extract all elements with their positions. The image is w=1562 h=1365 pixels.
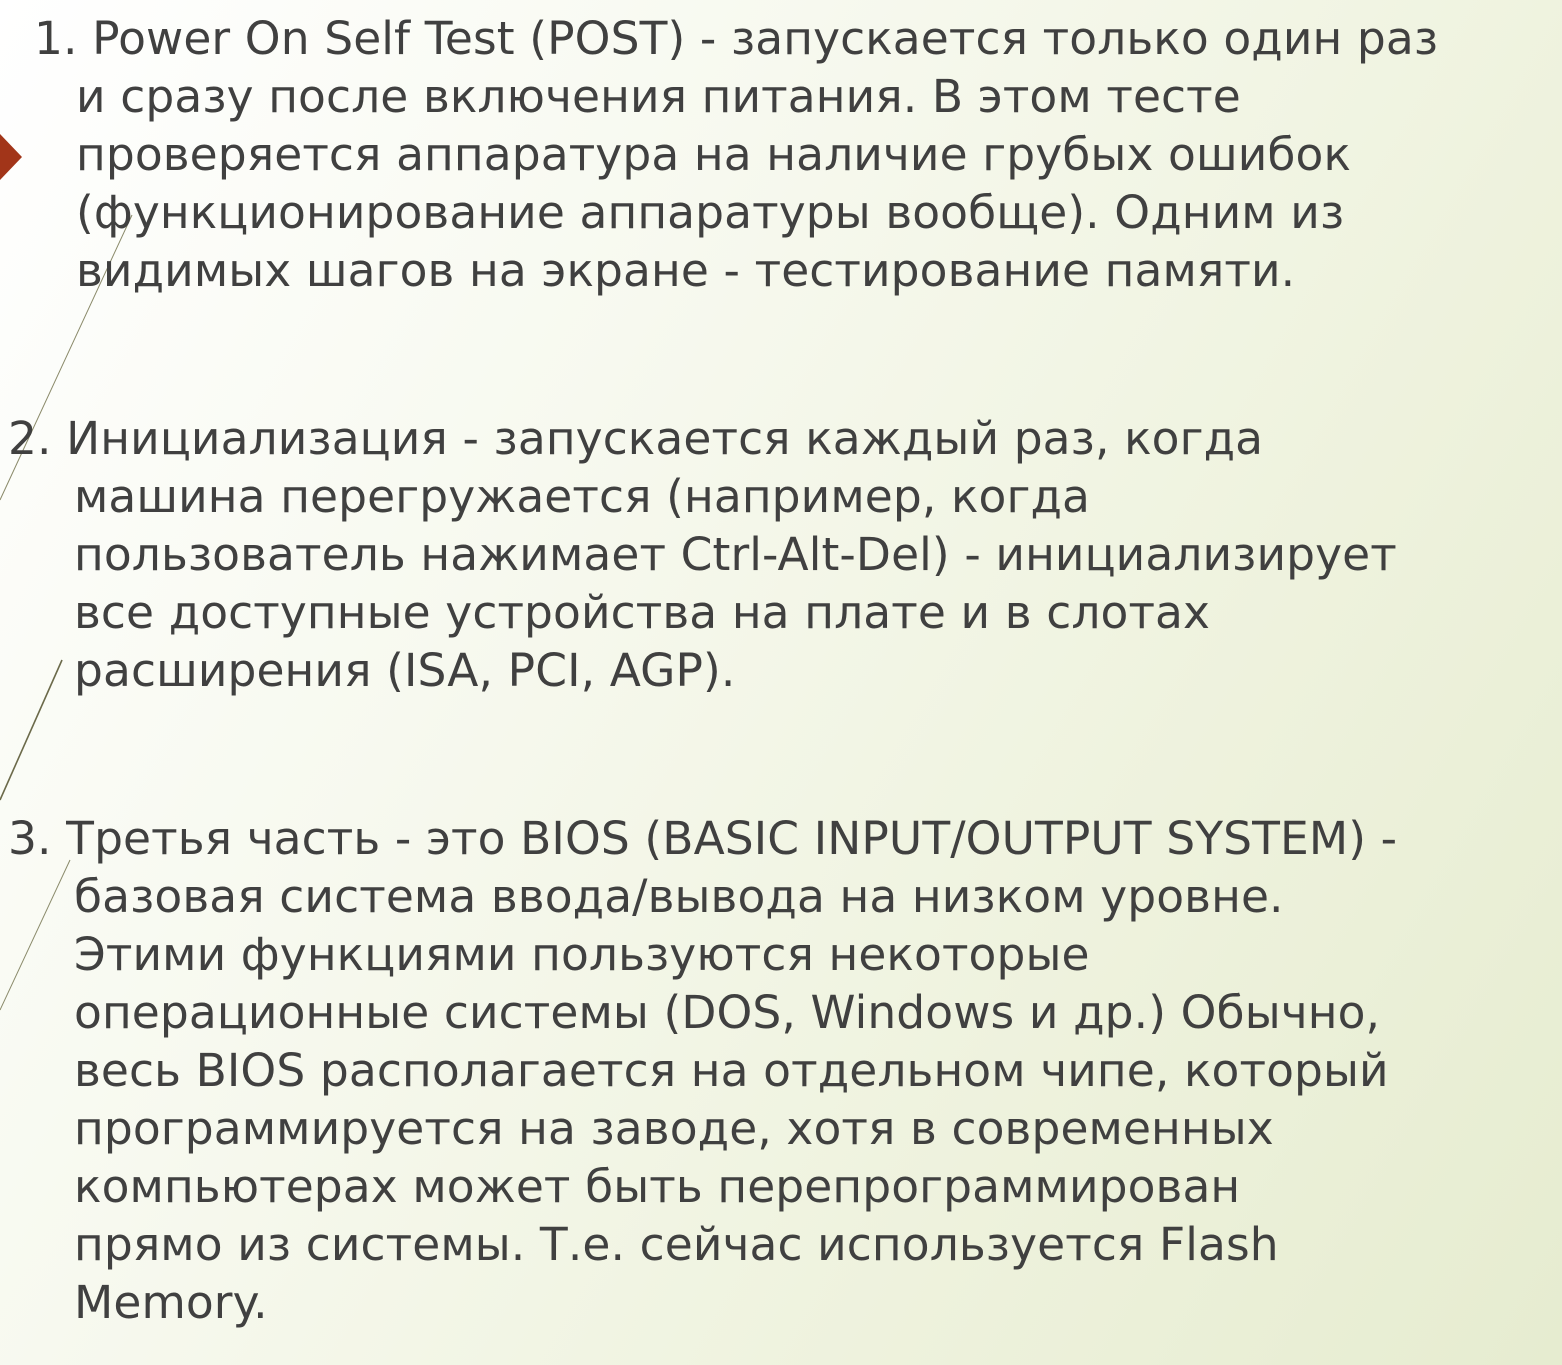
paragraph-line: и сразу после включения питания. В этом … [76, 70, 1241, 123]
paragraph-line: видимых шагов на экране - тестирование п… [76, 244, 1296, 297]
paragraph-initialization: 2. Инициализация - запускается каждый ра… [8, 410, 1397, 700]
paragraph-line: 1. Power On Self Test (POST) - запускает… [34, 12, 1439, 65]
arrow-bullet-icon [0, 134, 22, 180]
paragraph-line: 3. Третья часть - это BIOS (BASIC INPUT/… [8, 812, 1398, 865]
paragraph-line: проверяется аппаратура на наличие грубых… [76, 128, 1352, 181]
paragraph-line: прямо из системы. Т.е. сейчас использует… [74, 1218, 1279, 1271]
paragraph-line: Memory. [74, 1276, 268, 1329]
paragraph-line: весь BIOS располагается на отдельном чип… [74, 1044, 1389, 1097]
paragraph-line: машина перегружается (например, когда [74, 470, 1091, 523]
paragraph-line: операционные системы (DOS, Windows и др.… [74, 986, 1381, 1039]
paragraph-line: пользователь нажимает Ctrl-Alt-Del) - ин… [74, 528, 1397, 581]
paragraph-line: (функционирование аппаратуры вообще). Од… [76, 186, 1345, 239]
paragraph-line: расширения (ISA, PCI, AGP). [74, 644, 736, 697]
paragraph-bios: 3. Третья часть - это BIOS (BASIC INPUT/… [8, 810, 1397, 1332]
paragraph-line: программируется на заводе, хотя в соврем… [74, 1102, 1274, 1155]
paragraph-line: компьютерах может быть перепрограммирова… [74, 1160, 1241, 1213]
paragraph-line: 2. Инициализация - запускается каждый ра… [8, 412, 1264, 465]
paragraph-line: все доступные устройства на плате и в сл… [74, 586, 1211, 639]
paragraph-line: Этими функциями пользуются некоторые [74, 928, 1090, 981]
paragraph-line: базовая система ввода/вывода на низком у… [74, 870, 1284, 923]
paragraph-post: 1. Power On Self Test (POST) - запускает… [34, 10, 1438, 300]
slide: 1. Power On Self Test (POST) - запускает… [0, 0, 1562, 1365]
